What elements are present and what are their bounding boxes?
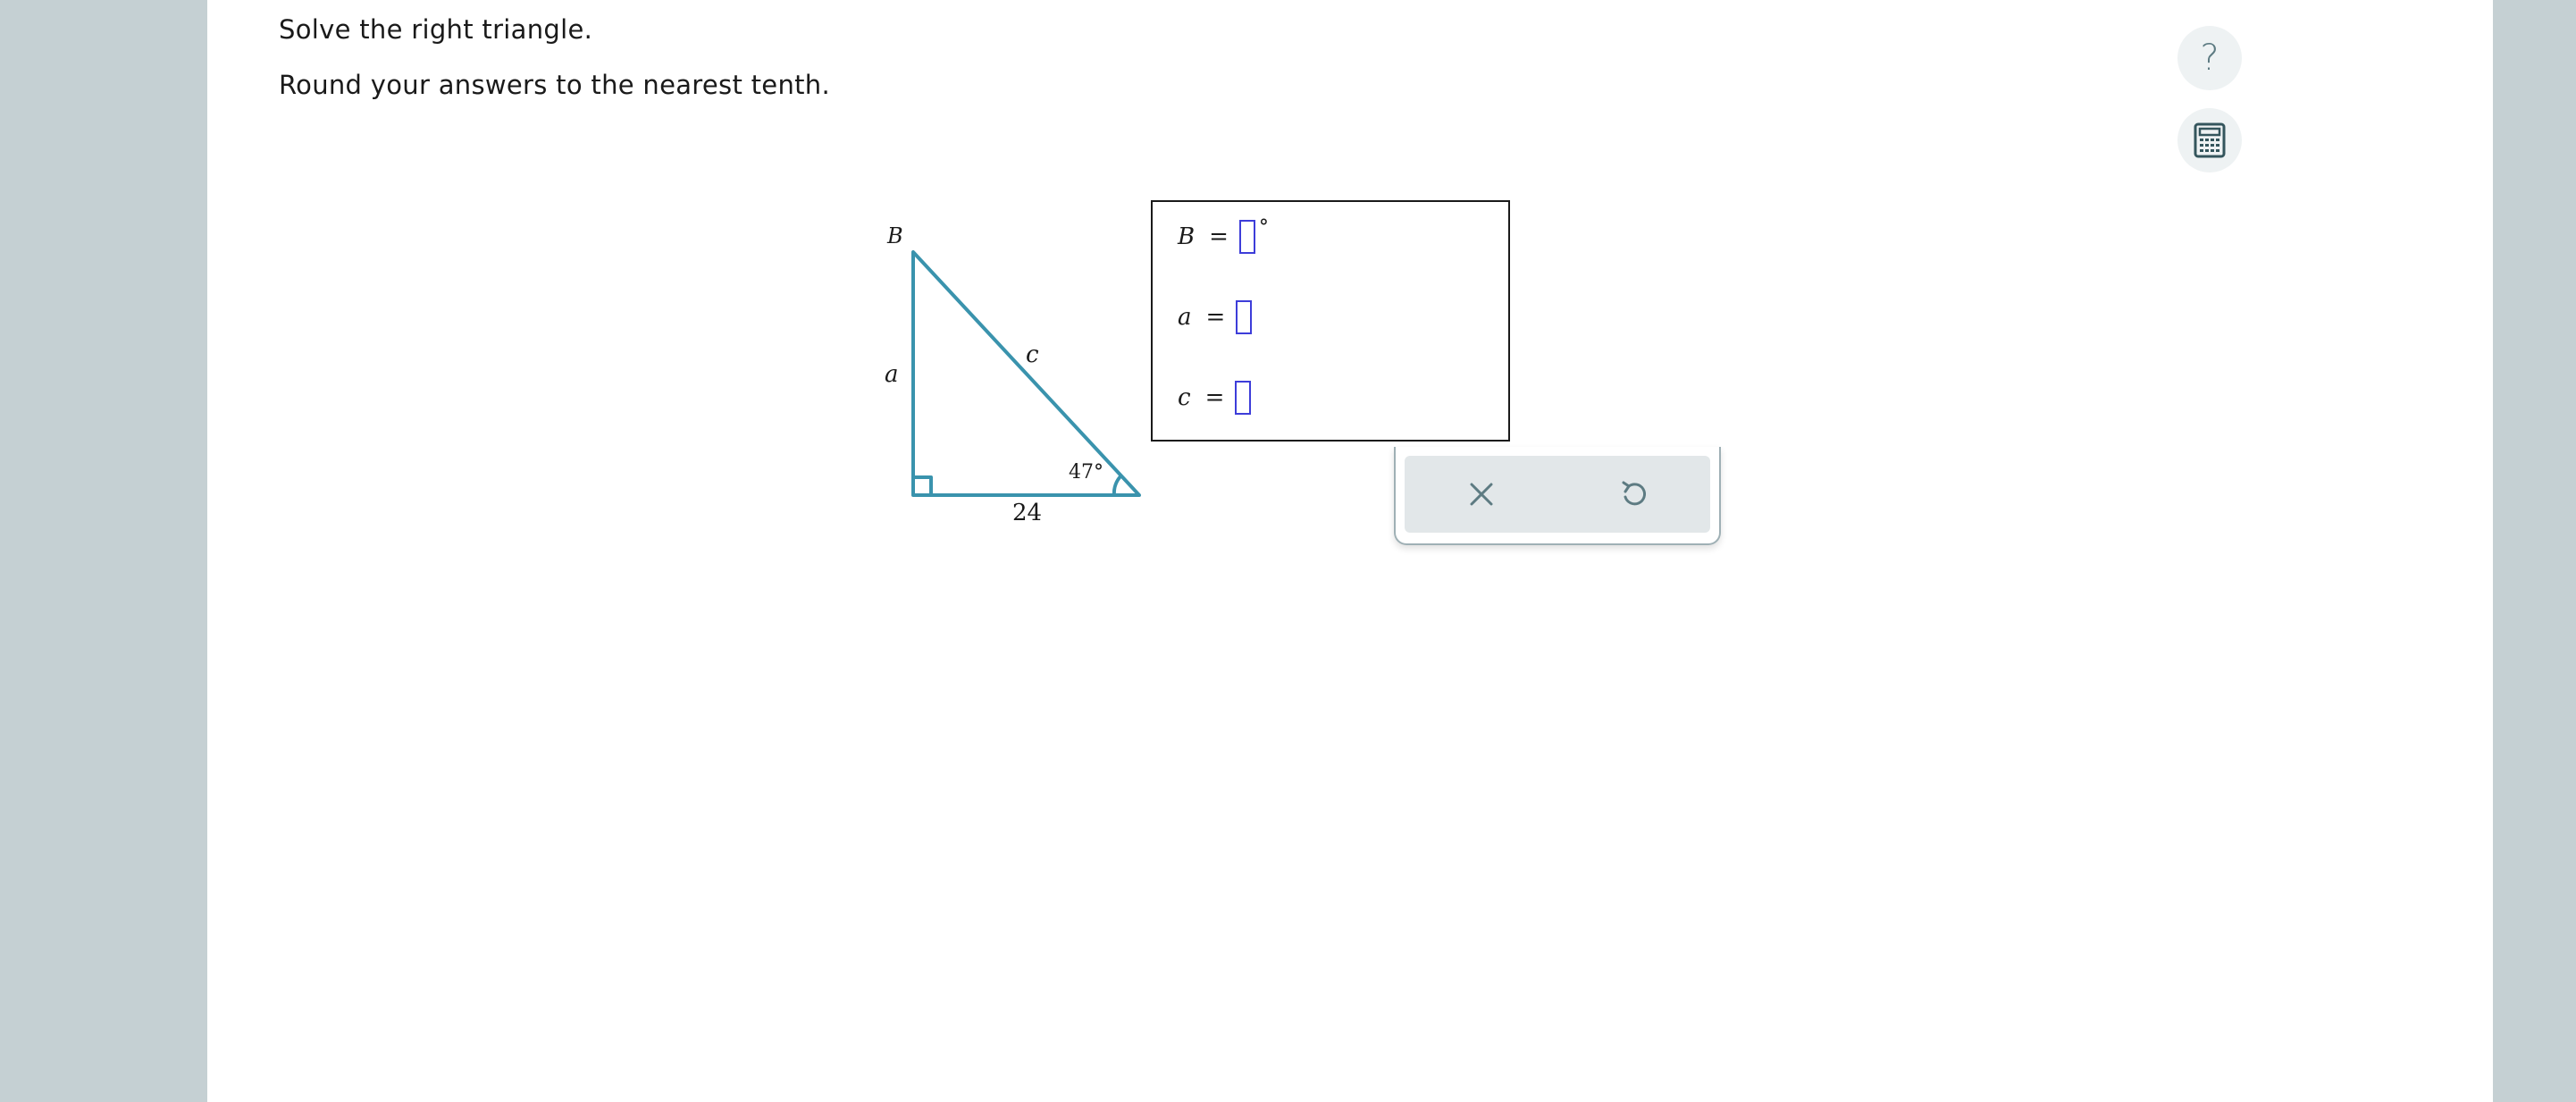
answer-row-c: c = <box>1178 381 1252 415</box>
triangle-shape <box>911 250 1141 497</box>
right-angle-marker <box>913 475 933 495</box>
side-c-label: c <box>1026 341 1039 368</box>
variable-a-label: a <box>1178 304 1192 331</box>
angle-label: 47° <box>1069 461 1103 484</box>
instruction-text: Solve the right triangle. <box>279 14 593 45</box>
side-a-input[interactable] <box>1236 300 1253 334</box>
degree-symbol: ° <box>1258 216 1269 239</box>
answer-row-b: B = ° <box>1178 216 1269 254</box>
question-mark-icon: ? <box>2200 38 2219 79</box>
undo-icon <box>1622 481 1646 506</box>
right-triangle-figure: B a c 47° 24 <box>885 223 1141 526</box>
close-icon <box>1470 483 1492 506</box>
variable-c-label: c <box>1178 384 1191 411</box>
side-a-label: a <box>885 361 899 388</box>
help-button[interactable]: ? <box>2177 26 2242 90</box>
variable-b-label: B <box>1178 223 1196 250</box>
angle-b-input[interactable] <box>1238 220 1255 254</box>
undo-button[interactable] <box>1598 463 1670 526</box>
side-c-input[interactable] <box>1235 381 1252 415</box>
equals-sign: = <box>1209 223 1229 250</box>
vertex-b-label: B <box>886 223 903 248</box>
base-length-label: 24 <box>1012 500 1042 526</box>
equals-sign: = <box>1204 384 1225 411</box>
rounding-instruction-text: Round your answers to the nearest tenth. <box>279 70 830 100</box>
angle-arc <box>1112 474 1123 496</box>
worksheet-page: Solve the right triangle. Round your ans… <box>207 0 2493 1102</box>
clear-button[interactable] <box>1446 463 1517 526</box>
calculator-icon <box>2194 122 2226 158</box>
answer-tools-panel <box>1394 447 1721 545</box>
answer-box: B = ° a = c = <box>1151 200 1510 442</box>
calculator-button[interactable] <box>2177 108 2242 172</box>
tool-bar <box>1405 456 1710 533</box>
equals-sign: = <box>1205 304 1226 331</box>
answer-row-a: a = <box>1178 300 1253 334</box>
